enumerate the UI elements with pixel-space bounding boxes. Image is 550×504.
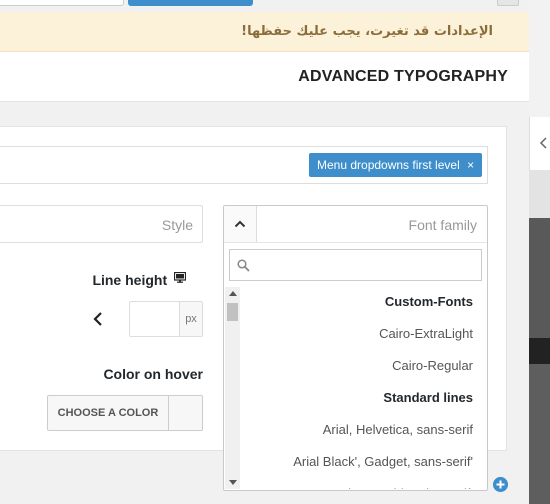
style-select[interactable]: Style bbox=[0, 205, 203, 243]
chevron-left-icon[interactable] bbox=[91, 309, 105, 329]
scroll-up-arrow[interactable] bbox=[229, 291, 237, 296]
chevron-up-icon bbox=[234, 220, 246, 228]
choose-color-button[interactable]: CHOOSE A COLOR bbox=[47, 395, 169, 431]
notice-text: الإعدادات قد تغيرت، يجب عليك حفظها! bbox=[241, 24, 493, 39]
line-height-label: Line height bbox=[92, 272, 186, 288]
top-mini-button[interactable] bbox=[497, 0, 519, 6]
font-search-box[interactable] bbox=[229, 249, 482, 281]
top-toolbar bbox=[0, 0, 529, 12]
color-swatch[interactable] bbox=[168, 395, 203, 431]
style-select-placeholder: Style bbox=[161, 217, 193, 233]
font-option[interactable]: Cairo-ExtraLight bbox=[240, 318, 486, 350]
plus-circle-icon[interactable] bbox=[493, 477, 508, 492]
line-height-label-text: Line height bbox=[92, 272, 168, 288]
font-option[interactable]: Cairo-Regular bbox=[240, 350, 486, 382]
section-header: ADVANCED TYPOGRAPHY bbox=[0, 52, 529, 102]
font-family-toggle[interactable] bbox=[224, 206, 257, 242]
side-panel-block bbox=[529, 364, 550, 504]
top-secondary-button[interactable] bbox=[0, 0, 124, 6]
font-option[interactable]: Bookman Old Style', serif' bbox=[240, 478, 486, 489]
side-panel-block bbox=[529, 170, 550, 218]
chevron-left-icon[interactable] bbox=[538, 136, 548, 150]
side-panel-block bbox=[529, 0, 550, 117]
page-title: ADVANCED TYPOGRAPHY bbox=[298, 68, 508, 85]
selected-element-tag: Menu dropdowns first level × bbox=[309, 153, 483, 177]
side-panel-block bbox=[529, 218, 550, 338]
top-primary-button[interactable] bbox=[128, 0, 253, 6]
scroll-thumb[interactable] bbox=[227, 303, 238, 321]
font-list-scrollbar[interactable] bbox=[225, 287, 240, 489]
font-options-list: Custom-Fonts Cairo-ExtraLight Cairo-Regula… bbox=[240, 286, 486, 489]
line-height-unit: px bbox=[179, 301, 203, 337]
font-option[interactable]: Arial Black', Gadget, sans-serif' bbox=[240, 446, 486, 478]
font-group-label: Standard lines bbox=[383, 390, 473, 405]
side-panel-block bbox=[529, 338, 550, 364]
monitor-icon[interactable] bbox=[174, 272, 186, 283]
font-search-input[interactable] bbox=[254, 250, 479, 280]
font-option[interactable]: Arial, Helvetica, sans-serif bbox=[240, 414, 486, 446]
font-family-placeholder: Font family bbox=[408, 217, 477, 233]
font-family-header[interactable]: Font family bbox=[224, 206, 487, 243]
font-family-select[interactable]: Font family Custom-Fonts Cairo-ExtraLight… bbox=[223, 205, 488, 491]
search-icon bbox=[237, 259, 250, 272]
tag-label: Menu dropdowns first level bbox=[317, 158, 460, 172]
color-on-hover-label: Color on hover bbox=[103, 366, 203, 382]
tag-remove-button[interactable]: × bbox=[467, 158, 474, 172]
line-height-input[interactable] bbox=[129, 301, 179, 337]
font-group-label: Custom-Fonts bbox=[384, 294, 473, 309]
settings-changed-notice: الإعدادات قد تغيرت، يجب عليك حفظها! bbox=[0, 12, 529, 52]
scroll-down-arrow[interactable] bbox=[229, 480, 237, 485]
